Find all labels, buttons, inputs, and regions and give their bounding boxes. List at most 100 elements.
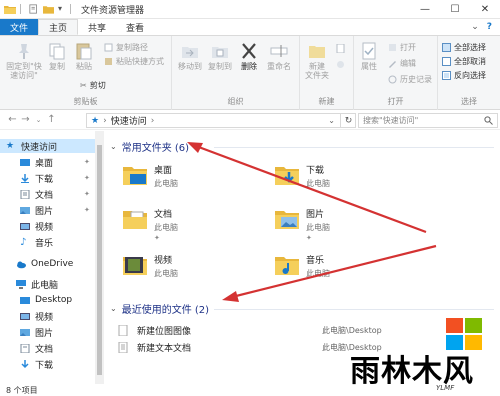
- history-button[interactable]: 历史记录: [388, 74, 432, 85]
- list-item[interactable]: 新建位图图像 此电脑\Desktop: [118, 323, 498, 337]
- sidebar-item-label: OneDrive: [31, 259, 74, 269]
- recent-files-header[interactable]: ⌄ 最近使用的文件 (2): [110, 301, 209, 316]
- refresh-icon: ↻: [344, 115, 353, 126]
- sidebar-scrollbar[interactable]: [95, 131, 104, 384]
- sidebar-item-label: Desktop: [35, 295, 73, 305]
- folder-downloads[interactable]: 下载 此电脑: [274, 163, 330, 189]
- folder-videos[interactable]: 视频 此电脑: [122, 253, 178, 279]
- move-to-button[interactable]: 移动到: [176, 42, 204, 71]
- easy-access-button[interactable]: [336, 60, 345, 69]
- sidebar-item-pc-pictures[interactable]: 图片: [0, 325, 95, 339]
- paste-button[interactable]: 粘贴: [71, 42, 97, 71]
- maximize-button[interactable]: ☐: [440, 0, 470, 19]
- copy-path-button[interactable]: 复制路径: [104, 42, 148, 53]
- paste-shortcut-button[interactable]: 粘贴快捷方式: [104, 56, 164, 67]
- desktop-folder-icon: [123, 167, 147, 185]
- chevron-down-icon[interactable]: ⌄: [110, 142, 117, 151]
- sidebar-item-label: 视频: [35, 312, 54, 323]
- back-arrow-icon[interactable]: ←: [6, 114, 19, 125]
- sidebar-item-label: 下载: [35, 174, 54, 185]
- sidebar-item-pictures[interactable]: 图片 ✦: [0, 203, 95, 217]
- pin-quick-access-button[interactable]: 固定到"快速访问": [4, 42, 44, 80]
- chevron-down-icon[interactable]: ▾: [58, 4, 62, 14]
- rename-button[interactable]: 重命名: [264, 42, 294, 71]
- sidebar-item-this-pc[interactable]: 此电脑: [0, 277, 95, 291]
- watermark-text: 雨林木风: [350, 354, 474, 389]
- search-input[interactable]: 搜索"快速访问": [358, 113, 498, 128]
- sidebar-item-label: 音乐: [35, 238, 54, 249]
- section-title: 常用文件夹 (6): [121, 143, 190, 154]
- properties-button[interactable]: 属性: [356, 42, 382, 71]
- pin-icon[interactable]: ✦: [84, 158, 90, 166]
- scissors-icon: ✂: [80, 81, 87, 90]
- open-button[interactable]: 打开: [388, 42, 416, 53]
- new-folder-button[interactable]: 新建 文件夹: [302, 42, 332, 80]
- document-folder-icon: [123, 211, 147, 229]
- edit-button[interactable]: 编辑: [388, 58, 416, 69]
- pin-icon[interactable]: ✦: [84, 190, 90, 198]
- forward-arrow-icon[interactable]: →: [19, 114, 32, 125]
- file-tab[interactable]: 文件: [0, 19, 38, 35]
- select-none-label: 全部取消: [454, 57, 486, 66]
- help-icon[interactable]: ?: [487, 22, 492, 32]
- folder-documents[interactable]: 文档 此电脑 ✦: [122, 207, 178, 242]
- sidebar-item-pc-videos[interactable]: 视频: [0, 309, 95, 323]
- invert-selection-button[interactable]: 反向选择: [442, 70, 486, 81]
- minimize-button[interactable]: —: [410, 0, 440, 19]
- pin-icon[interactable]: ✦: [306, 234, 330, 242]
- pin-icon[interactable]: ✦: [154, 234, 178, 242]
- sidebar-item-pc-documents[interactable]: 文档: [0, 341, 95, 355]
- sidebar-item-documents[interactable]: 文档 ✦: [0, 187, 95, 201]
- sidebar-item-music[interactable]: ♪ 音乐: [0, 235, 95, 249]
- sidebar-item-desktop[interactable]: 桌面 ✦: [0, 155, 95, 169]
- select-none-button[interactable]: 全部取消: [442, 56, 486, 67]
- open-group-label: 打开: [387, 97, 404, 106]
- paste-icon: [76, 43, 92, 60]
- pin-icon[interactable]: ✦: [84, 174, 90, 182]
- scrollbar-thumb[interactable]: [97, 145, 102, 375]
- folder-desktop[interactable]: 桌面 此电脑: [122, 163, 178, 189]
- text-file-icon: [118, 341, 128, 353]
- window-title: 文件资源管理器: [81, 5, 145, 16]
- close-button[interactable]: ✕: [470, 0, 500, 19]
- folder-pictures[interactable]: 图片 此电脑 ✦: [274, 207, 330, 242]
- pin-icon[interactable]: ✦: [84, 206, 90, 214]
- properties-icon[interactable]: [29, 4, 39, 14]
- sidebar-item-downloads[interactable]: 下载 ✦: [0, 171, 95, 185]
- tab-share[interactable]: 共享: [78, 19, 116, 35]
- easy-access-icon: [337, 61, 344, 68]
- sidebar-item-label: 图片: [35, 328, 54, 339]
- delete-button[interactable]: 删除: [238, 42, 260, 71]
- tab-home[interactable]: 主页: [38, 19, 79, 35]
- frequent-folders-header[interactable]: ⌄ 常用文件夹 (6): [110, 139, 189, 154]
- copy-path-label: 复制路径: [116, 43, 148, 52]
- sidebar-item-videos[interactable]: 视频: [0, 219, 95, 233]
- chevron-down-icon[interactable]: ⌄: [32, 116, 45, 124]
- tab-view[interactable]: 查看: [116, 19, 154, 35]
- title-bar: ▾ 文件资源管理器 — ☐ ✕: [0, 0, 500, 19]
- video-folder-icon: [123, 257, 147, 275]
- music-folder-icon: [275, 257, 299, 275]
- new-item-button[interactable]: [336, 44, 345, 53]
- new-folder-icon[interactable]: [43, 4, 54, 14]
- select-all-icon: [442, 43, 451, 52]
- select-all-button[interactable]: 全部选择: [442, 42, 486, 53]
- copy-to-button[interactable]: 复制到: [206, 42, 234, 71]
- chevron-down-icon[interactable]: ⌄: [471, 22, 479, 32]
- ribbon-tabs: 文件 主页 共享 查看 ⌄ ?: [0, 19, 500, 36]
- chevron-down-icon[interactable]: ⌄: [328, 116, 335, 125]
- open-group: 属性 打开 编辑 历史记录 打开: [354, 36, 438, 110]
- sidebar-item-quick-access[interactable]: ★ 快速访问: [0, 139, 95, 153]
- chevron-down-icon[interactable]: ⌄: [110, 304, 117, 313]
- folder-music[interactable]: 音乐 此电脑: [274, 253, 330, 279]
- sidebar-item-pc-downloads[interactable]: 下载: [0, 357, 95, 371]
- address-field[interactable]: ★ › 快速访问 › ⌄: [86, 113, 356, 128]
- sidebar-item-onedrive[interactable]: OneDrive: [0, 257, 95, 271]
- copy-button[interactable]: 复制: [44, 42, 70, 71]
- refresh-button[interactable]: ↻: [340, 113, 356, 128]
- history-label: 历史记录: [400, 75, 432, 84]
- up-arrow-icon[interactable]: ↑: [45, 114, 58, 125]
- cut-button[interactable]: ✂ 剪切: [80, 80, 106, 91]
- sidebar-item-pc-desktop[interactable]: Desktop: [0, 293, 95, 307]
- copy-label: 复制: [49, 62, 65, 71]
